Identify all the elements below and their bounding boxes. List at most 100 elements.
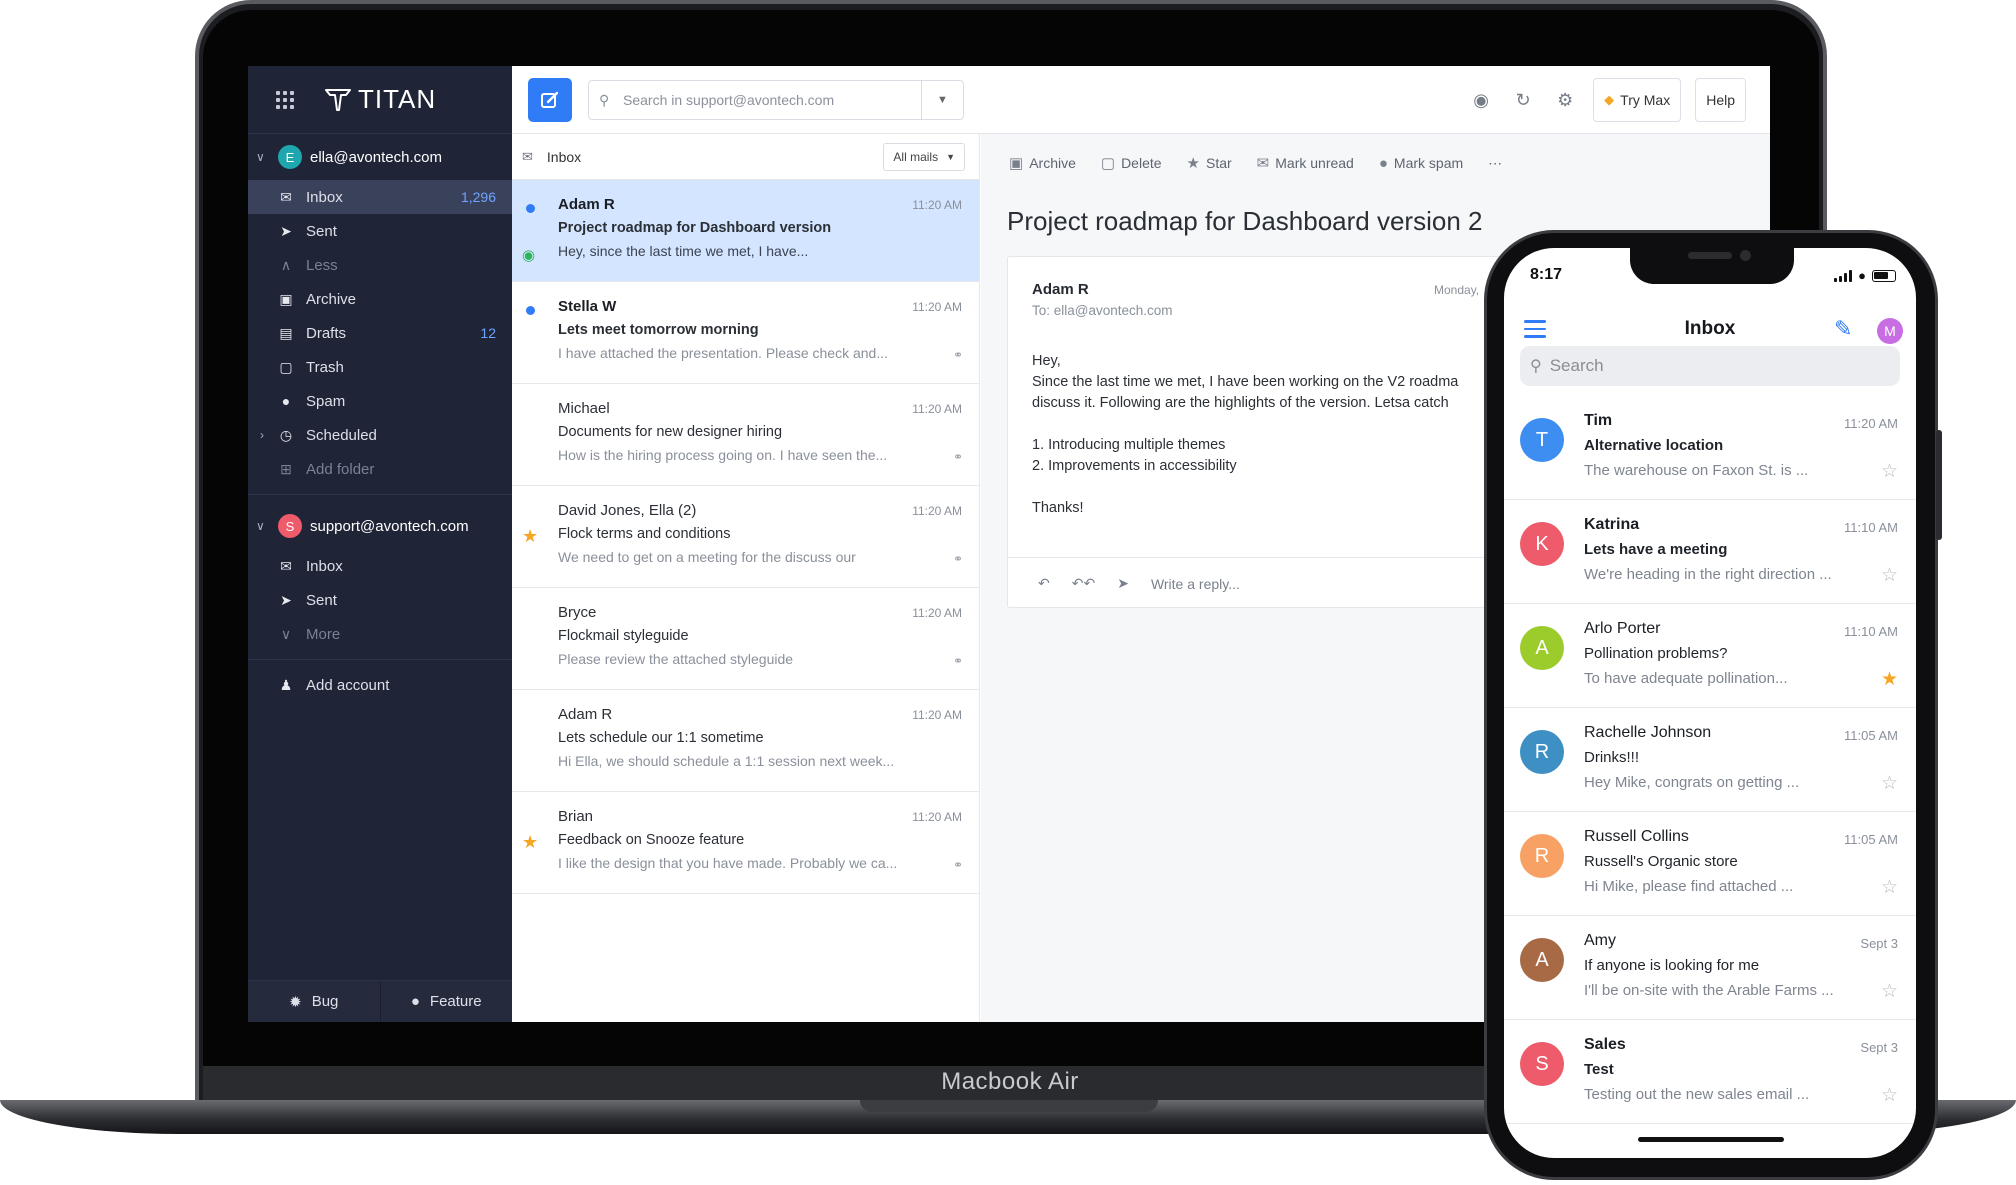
mobile-search-input[interactable] [1549,356,1870,376]
sidebar-item-sent[interactable]: ➤ Sent [248,583,512,617]
folder-list: ✉ Inbox ➤ Sent ∨ More [248,549,512,651]
sidebar-item-drafts[interactable]: ▤ Drafts 12 [248,316,512,350]
search-options-dropdown[interactable]: ▼ [921,81,963,119]
star-icon[interactable]: ☆ [1881,876,1898,899]
message-time: 11:20 AM [912,198,962,212]
sidebar-item-spam[interactable]: ● Spam [248,384,512,418]
apps-grid-icon[interactable] [276,90,294,109]
message-time: 11:20 AM [1844,416,1898,431]
try-max-label: Try Max [1620,92,1671,108]
filter-dropdown[interactable]: All mails ▼ [883,143,965,171]
message-snippet: Please review the attached styleguide [558,651,794,667]
sidebar-item-label: Archive [306,290,357,308]
eye-icon[interactable]: ◉ [1467,86,1495,114]
mobile-message-row[interactable]: S Sales Sept 3 Test Testing out the new sale… [1504,1020,1916,1124]
mobile-message-row[interactable]: R Rachelle Johnson 11:05 AM Drinks!!! Hey Mi… [1504,708,1916,812]
sidebar-item-inbox[interactable]: ✉ Inbox [248,549,512,583]
sidebar-item-trash[interactable]: ▢ Trash [248,350,512,384]
search-input[interactable] [615,81,921,119]
account-email: support@avontech.com [310,517,469,535]
inbox-icon: ✉ [280,557,292,574]
message-subject: Flock terms and conditions [558,526,731,542]
message-from: Bryce [558,604,597,621]
chevron-right-icon[interactable]: › [260,428,264,442]
list-header: ✉ Inbox All mails ▼ [512,134,979,180]
gear-icon[interactable]: ⚙ [1551,86,1579,114]
sidebar: TITAN ∨ E ella@avontech.com ✉ Inbox 1,296 ➤… [248,66,512,1022]
delete-button[interactable]: ▢ Delete [1101,154,1162,172]
sidebar-item-add-folder[interactable]: ⊞ Add folder [248,452,512,486]
star-icon[interactable]: ★ [522,832,538,853]
attachment-icon: ⚭ [952,552,963,566]
status-icons: ● [1834,268,1896,283]
more-icon[interactable]: ⋯ [1488,155,1502,172]
message-from: Stella W [558,298,617,315]
mark-spam-button[interactable]: ● Mark spam [1379,155,1463,172]
sidebar-item-scheduled[interactable]: › ◷ Scheduled [248,418,512,452]
sidebar-item-archive[interactable]: ▣ Archive [248,282,512,316]
envelope-icon: ✉ [1256,155,1270,172]
star-icon[interactable]: ☆ [1881,980,1898,1003]
account-header[interactable]: ∨ E ella@avontech.com [248,134,512,180]
archive-icon: ▣ [1009,155,1024,172]
mobile-message-row[interactable]: A Amy Sept 3 If anyone is looking for me I'l… [1504,916,1916,1020]
forward-icon[interactable]: ➤ [1117,575,1129,592]
search-icon: ⚲ [1530,358,1542,375]
message-subject: Feedback on Snooze feature [558,832,745,848]
account-header[interactable]: ∨ S support@avontech.com [248,503,512,549]
star-icon[interactable]: ★ [1881,668,1898,691]
message-snippet: We're heading in the right direction ... [1584,566,1832,583]
message-from: Brian [558,808,594,825]
avatar[interactable]: M [1877,318,1903,344]
bug-button[interactable]: ✹ Bug [248,981,381,1022]
star-icon[interactable]: ☆ [1881,564,1898,587]
attachment-icon: ⚭ [952,654,963,668]
message-row[interactable]: ◉ Adam R 11:20 AM Project roadmap for Dashb… [512,180,979,282]
mobile-message-row[interactable]: K Katrina 11:10 AM Lets have a meeting We're… [1504,500,1916,604]
help-button[interactable]: Help [1695,78,1746,122]
star-icon[interactable]: ☆ [1881,460,1898,483]
message-row[interactable]: ★ Brian 11:20 AM Feedback on Snooze feature… [512,792,979,894]
star-icon[interactable]: ☆ [1881,1084,1898,1107]
message-row[interactable]: Stella W 11:20 AM Lets meet tomorrow morni… [512,282,979,384]
message-subject: If anyone is looking for me [1584,957,1760,974]
chevron-down-icon[interactable]: ∨ [256,150,268,164]
mobile-message-row[interactable]: A Arlo Porter 11:10 AM Pollination problems… [1504,604,1916,708]
compose-button[interactable] [528,78,572,122]
refresh-icon[interactable]: ↻ [1509,86,1537,114]
chevron-down-icon[interactable]: ∨ [256,519,268,533]
star-icon[interactable]: ★ [522,526,538,547]
star-button[interactable]: ★ Star [1187,154,1232,172]
mark-unread-button[interactable]: ✉ Mark unread [1257,154,1354,172]
message-row[interactable]: Adam R 11:20 AM Lets schedule our 1:1 some… [512,690,979,792]
message-row[interactable]: ★ David Jones, Ella (2) 11:20 AM Flock term… [512,486,979,588]
sidebar-item-more[interactable]: ∨ More [248,617,512,651]
message-snippet: I have attached the presentation. Please… [558,345,888,361]
tool-label: Star [1205,155,1232,171]
tool-label: Archive [1029,155,1076,171]
message-time: 11:05 AM [1844,728,1898,743]
message-rows: ◉ Adam R 11:20 AM Project roadmap for Dashb… [512,180,979,894]
status-clock: 8:17 [1530,266,1563,283]
reply-icon[interactable]: ↶ [1038,575,1050,592]
sidebar-item-sent[interactable]: ➤ Sent [248,214,512,248]
reply-all-icon[interactable]: ↶↶ [1072,575,1095,592]
star-icon[interactable]: ☆ [1881,772,1898,795]
battery-icon [1872,269,1896,282]
mobile-message-row[interactable]: T Tim 11:20 AM Alternative location The ware… [1504,396,1916,500]
sidebar-item-label: Add folder [306,460,375,478]
search-icon: ⚲ [599,91,610,108]
try-max-button[interactable]: ◆ Try Max [1593,78,1682,122]
sidebar-item-less[interactable]: ∧ Less [248,248,512,282]
message-row[interactable]: Michael 11:20 AM Documents for new designe… [512,384,979,486]
sidebar-item-inbox[interactable]: ✉ Inbox 1,296 [248,180,512,214]
message-row[interactable]: Bryce 11:20 AM Flockmail styleguide Please … [512,588,979,690]
archive-button[interactable]: ▣ Archive [1009,154,1076,172]
reply-input[interactable]: Write a reply... [1151,576,1240,592]
message-snippet: Hey, since the last time we met, I have.… [558,243,809,259]
mobile-message-row[interactable]: R Russell Collins 11:05 AM Russell's Organi… [1504,812,1916,916]
add-account-button[interactable]: ♟ Add account [248,668,512,702]
avatar: R [1520,834,1564,878]
compose-icon[interactable]: ✎ [1834,316,1852,342]
feature-button[interactable]: ● Feature [380,981,512,1022]
